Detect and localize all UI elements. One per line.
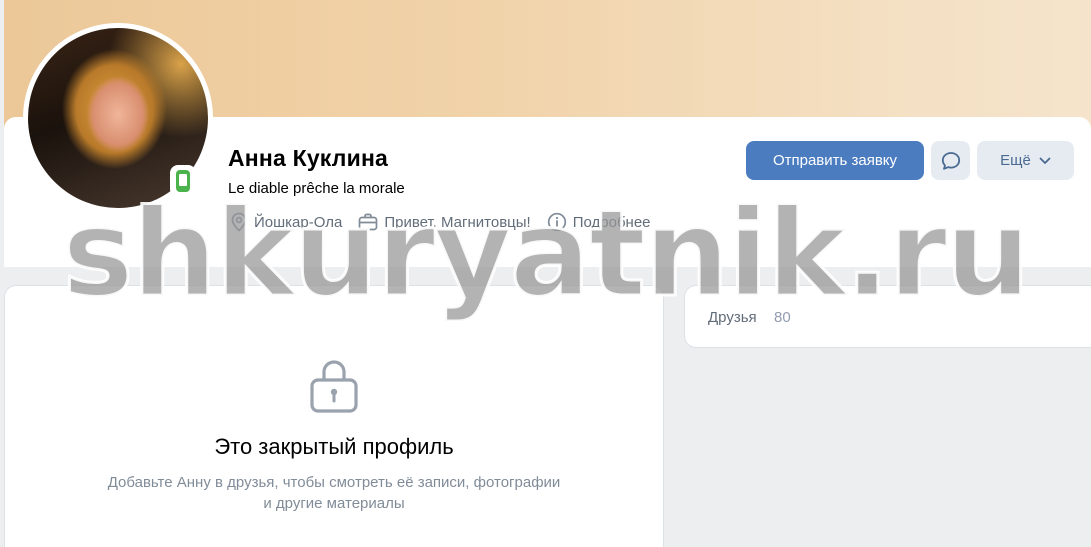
meta-more-link[interactable]: Подробнее — [547, 212, 651, 232]
private-profile-hint: Добавьте Анну в друзья, чтобы смотреть е… — [107, 474, 561, 512]
meta-more-label: Подробнее — [572, 213, 651, 231]
mobile-online-icon — [170, 165, 196, 197]
profile-meta: Йошкар-Ола Привет, Магнитовцы! Подробнее — [230, 210, 651, 234]
location-pin-icon — [231, 212, 247, 232]
chevron-down-icon — [1039, 157, 1051, 164]
profile-page: Анна Куклина Le diable prêche la morale … — [0, 0, 1091, 547]
meta-city-label: Йошкар-Ола — [254, 213, 343, 231]
profile-name: Анна Куклина — [228, 145, 389, 171]
profile-status: Le diable prêche la morale — [228, 180, 405, 197]
send-request-button[interactable]: Отправить заявку — [746, 141, 924, 180]
more-actions-label: Ещё — [1000, 152, 1031, 169]
briefcase-icon — [358, 213, 378, 231]
info-circle-icon — [547, 212, 566, 232]
meta-work[interactable]: Привет, Магнитовцы! — [358, 213, 531, 231]
message-bubble-icon — [941, 151, 960, 170]
private-profile-title: Это закрытый профиль — [214, 434, 454, 459]
friends-count: 80 — [774, 309, 791, 326]
meta-city[interactable]: Йошкар-Ола — [230, 212, 342, 232]
lock-icon — [310, 360, 358, 413]
more-actions-button[interactable]: Ещё — [977, 141, 1074, 180]
meta-work-label: Привет, Магнитовцы! — [384, 213, 531, 231]
friends-label[interactable]: Друзья — [708, 309, 757, 326]
message-button[interactable] — [931, 141, 970, 180]
